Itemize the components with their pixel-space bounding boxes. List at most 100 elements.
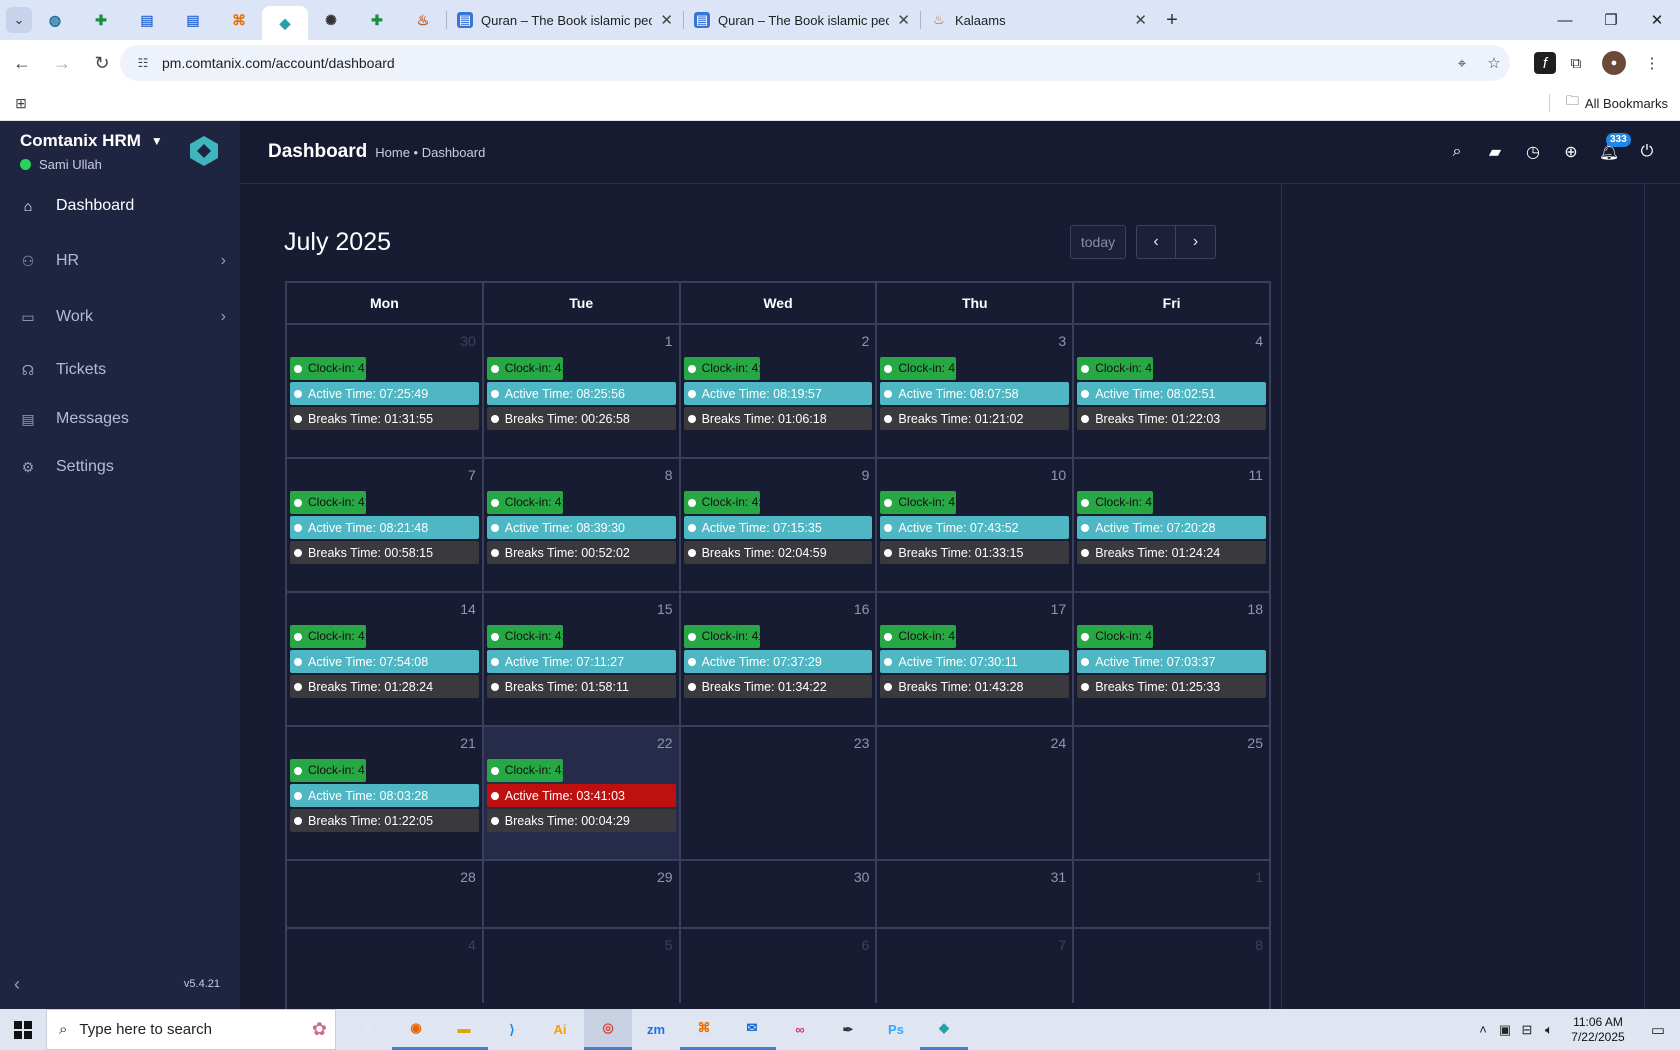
calendar-day[interactable]: 4 [287, 929, 484, 1003]
day-number[interactable]: 16 [683, 595, 874, 625]
day-number[interactable]: 7 [879, 931, 1070, 961]
calendar-day[interactable]: 11 Clock-in: 4:29 PM Active Time: 07:20:28… [1074, 459, 1269, 591]
day-number[interactable]: 24 [879, 729, 1070, 759]
active-time-event[interactable]: Active Time: 08:03:28 [290, 784, 479, 807]
power-icon[interactable]: ⏻ [1636, 141, 1658, 163]
sidebar-item-dashboard[interactable]: ⌂ Dashboard [0, 181, 240, 231]
calendar-day[interactable]: 1 Clock-in: 4:28 PM Active Time: 08:25:56 B… [484, 325, 681, 457]
search-icon[interactable]: ⌕ [1446, 141, 1468, 163]
day-number[interactable]: 4 [1076, 327, 1267, 357]
clock-in-event[interactable]: Clock-in: 4:36 PM [290, 491, 366, 514]
close-tab-icon[interactable]: ✕ [1134, 11, 1147, 29]
breaks-time-event[interactable]: Breaks Time: 00:04:29 [486, 809, 676, 832]
day-number[interactable]: 8 [1076, 931, 1267, 961]
file-explorer-icon[interactable]: ▬ [440, 1009, 488, 1050]
calendar-day[interactable]: 9 Clock-in: 4:36 PM Active Time: 07:15:35 B… [681, 459, 878, 591]
today-button[interactable]: today [1070, 225, 1126, 259]
next-month-button[interactable]: › [1176, 225, 1216, 259]
apps-grid-icon[interactable]: ⊞ [12, 94, 30, 112]
sticky-note-icon[interactable]: ▰ [1484, 141, 1506, 163]
active-time-event[interactable]: Active Time: 07:03:37 [1077, 650, 1266, 673]
breaks-time-event[interactable]: Breaks Time: 01:06:18 [683, 407, 873, 430]
illustrator-icon[interactable]: Ai [536, 1009, 584, 1050]
active-time-event[interactable]: Active Time: 07:54:08 [290, 650, 479, 673]
bell-icon[interactable]: 🔔︎ 333 [1598, 133, 1631, 163]
day-number[interactable]: 25 [1076, 729, 1267, 759]
restore-icon[interactable]: ❐ [1588, 0, 1634, 40]
breaks-time-event[interactable]: Breaks Time: 01:34:22 [683, 675, 873, 698]
calendar-day[interactable]: 10 Clock-in: 4:40 PM Active Time: 07:43:52… [877, 459, 1075, 591]
vscode-icon[interactable]: ⟩ [488, 1009, 536, 1050]
active-time-event[interactable]: Active Time: 03:41:03 [486, 784, 676, 807]
pinned-tab-kalaam[interactable]: ♨ [400, 4, 446, 36]
tab-quran-1[interactable]: ▤ Quran – The Book islamic peopl ✕ [447, 4, 683, 36]
day-number[interactable]: 21 [289, 729, 480, 759]
zoom-icon[interactable]: zm [632, 1009, 680, 1050]
calendar-day[interactable]: 31 [877, 861, 1075, 927]
clock-in-event[interactable]: Clock-in: 4:30 PM [1077, 625, 1154, 648]
breaks-time-event[interactable]: Breaks Time: 01:22:03 [1077, 407, 1266, 430]
breaks-time-event[interactable]: Breaks Time: 01:21:02 [880, 407, 1070, 430]
clock-in-event[interactable]: Clock-in: 4:34 PM [486, 491, 563, 514]
breaks-time-event[interactable]: Breaks Time: 01:28:24 [290, 675, 479, 698]
day-number[interactable]: 3 [879, 327, 1070, 357]
calendar-day[interactable]: 6 [681, 929, 878, 1003]
calendar-day[interactable]: 29 [484, 861, 681, 927]
day-number[interactable]: 31 [879, 863, 1070, 893]
creative-cloud-icon[interactable]: ∞ [776, 1009, 824, 1050]
calendar-day[interactable]: 30 Clock-in: 4:36 PM Active Time: 07:25:49… [287, 325, 484, 457]
clock-in-event[interactable]: Clock-in: 4:29 PM [683, 625, 760, 648]
network-icon[interactable]: ⊟ [1516, 1022, 1538, 1038]
tab-search-icon[interactable]: ⌄ [6, 7, 32, 33]
active-time-event[interactable]: Active Time: 07:25:49 [290, 382, 479, 405]
clock-in-event[interactable]: Clock-in: 4:31 PM [880, 357, 957, 380]
day-number[interactable]: 28 [289, 863, 480, 893]
breaks-time-event[interactable]: Breaks Time: 01:22:05 [290, 809, 479, 832]
breaks-time-event[interactable]: Breaks Time: 00:52:02 [486, 541, 676, 564]
calendar-day[interactable]: 25 [1074, 727, 1269, 859]
calendar-day[interactable]: 3 Clock-in: 4:31 PM Active Time: 08:07:58 B… [877, 325, 1075, 457]
day-number[interactable]: 23 [683, 729, 874, 759]
volume-icon[interactable]: 🔈︎ [1538, 1022, 1560, 1038]
sidebar-item-messages[interactable]: ▤ Messages [0, 397, 240, 441]
calendar-day[interactable]: 28 [287, 861, 484, 927]
day-number[interactable]: 9 [683, 461, 874, 491]
calendar-day[interactable]: 7 Clock-in: 4:36 PM Active Time: 08:21:48 B… [287, 459, 484, 591]
active-time-event[interactable]: Active Time: 07:15:35 [683, 516, 873, 539]
url-text[interactable]: pm.comtanix.com/account/dashboard [162, 55, 1446, 71]
calendar-day[interactable]: 8 [1074, 929, 1269, 1003]
inkscape-icon[interactable]: ✒ [824, 1009, 872, 1050]
calendar-day[interactable]: 2 Clock-in: 4:28 PM Active Time: 08:19:57 B… [681, 325, 878, 457]
sidebar-item-settings[interactable]: ⚙ Settings [0, 441, 240, 493]
reload-icon[interactable]: ↻ [84, 45, 120, 81]
breaks-time-event[interactable]: Breaks Time: 01:58:11 [486, 675, 676, 698]
calendar-day[interactable]: 7 [877, 929, 1075, 1003]
breaks-time-event[interactable]: Breaks Time: 02:04:59 [683, 541, 873, 564]
pinned-tab-sheets[interactable]: ✚ [78, 4, 124, 36]
tray-chevron-icon[interactable]: ˄ [1472, 1022, 1494, 1037]
tab-quran-2[interactable]: ▤ Quran – The Book islamic peopl ✕ [684, 4, 920, 36]
calendar-day-today[interactable]: 22 Clock-in: 4:32 PM Active Time: 03:41:03… [483, 727, 681, 859]
pinned-tab-sheets-2[interactable]: ✚ [354, 4, 400, 36]
day-number[interactable]: 4 [289, 931, 480, 961]
task-view-icon[interactable]: ⧉ [344, 1009, 392, 1050]
breadcrumb[interactable]: Home • Dashboard [375, 145, 485, 160]
calendar-day[interactable]: 24 [877, 727, 1075, 859]
pinned-tab-docs-2[interactable]: ▤ [170, 4, 216, 36]
day-number[interactable]: 30 [683, 863, 874, 893]
calendar-day[interactable]: 14 Clock-in: 4:34 PM Active Time: 07:54:08… [287, 593, 484, 725]
breaks-time-event[interactable]: Breaks Time: 01:24:24 [1077, 541, 1266, 564]
profile-avatar[interactable]: ● [1602, 51, 1626, 75]
calendar-day[interactable]: 21 Clock-in: 4:35 PM Active Time: 08:03:28… [287, 727, 484, 859]
calendar-day[interactable]: 4 Clock-in: 4:28 PM Active Time: 08:02:51 B… [1074, 325, 1269, 457]
clock-in-event[interactable]: Clock-in: 4:35 PM [290, 759, 366, 782]
minimize-icon[interactable]: — [1542, 0, 1588, 40]
pinned-tab-docs[interactable]: ▤ [124, 4, 170, 36]
active-time-event[interactable]: Active Time: 08:39:30 [486, 516, 676, 539]
clock-in-event[interactable]: Clock-in: 4:36 PM [290, 357, 366, 380]
forward-icon[interactable]: → [44, 45, 80, 81]
calendar-day[interactable]: 23 [681, 727, 878, 859]
clock-icon[interactable]: ◷ [1522, 141, 1544, 163]
active-time-event[interactable]: Active Time: 08:07:58 [880, 382, 1070, 405]
sidebar-item-hr[interactable]: ⚇ HR › [0, 231, 240, 291]
